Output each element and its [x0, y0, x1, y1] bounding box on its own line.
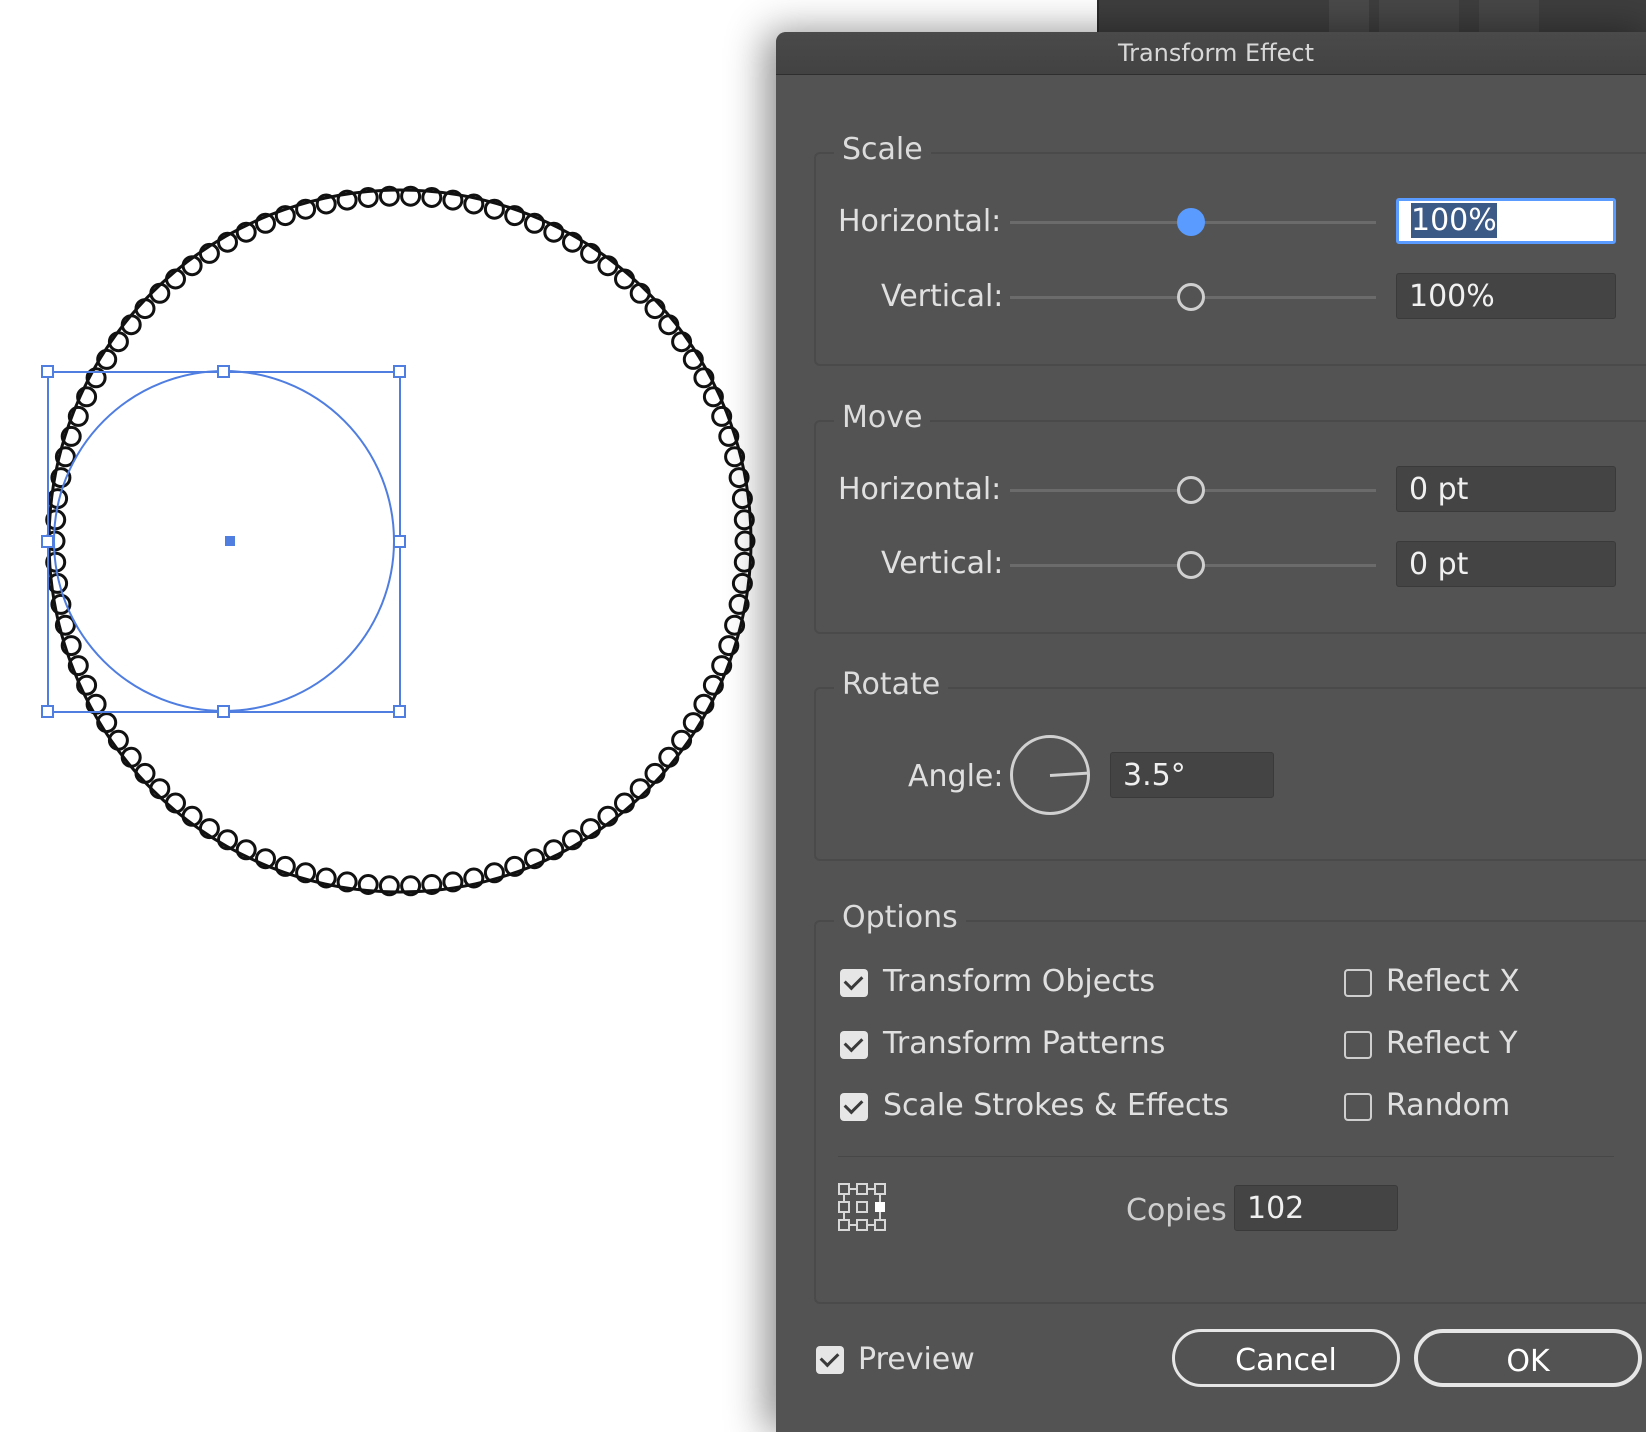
scale-vertical-input[interactable]: 100%: [1396, 273, 1616, 319]
reflect-y-label[interactable]: Reflect Y: [1386, 1026, 1517, 1061]
artwork[interactable]: [0, 0, 790, 1412]
scale-strokes-label[interactable]: Scale Strokes & Effects: [883, 1088, 1229, 1123]
angle-input[interactable]: 3.5°: [1110, 752, 1274, 798]
preview-checkbox[interactable]: [816, 1346, 844, 1374]
move-horizontal-slider-knob[interactable]: [1177, 476, 1205, 504]
move-vertical-input[interactable]: 0 pt: [1396, 541, 1616, 587]
reflect-x-checkbox[interactable]: [1344, 969, 1372, 997]
handle-bottom-right: [393, 705, 406, 718]
center-point: [225, 536, 235, 546]
scale-vertical-slider-knob[interactable]: [1177, 283, 1205, 311]
scale-horizontal-label: Horizontal:: [838, 204, 1002, 239]
scale-horizontal-slider-knob[interactable]: [1177, 208, 1205, 236]
transform-effect-dialog: Transform Effect Scale Horizontal: 100% …: [776, 32, 1646, 1432]
handle-middle-left: [41, 535, 54, 548]
angle-label: Angle:: [908, 759, 1004, 794]
scale-vertical-label: Vertical:: [881, 279, 1004, 314]
artboard-canvas[interactable]: [0, 0, 790, 1412]
background-app-toolbar: [1097, 0, 1646, 32]
selected-circle[interactable]: [53, 370, 395, 712]
scale-legend: Scale: [834, 132, 931, 167]
reflect-y-checkbox[interactable]: [1344, 1031, 1372, 1059]
handle-top-right: [393, 365, 406, 378]
move-horizontal-label: Horizontal:: [838, 472, 1002, 507]
reflect-x-label[interactable]: Reflect X: [1386, 964, 1520, 999]
scale-group: Scale: [814, 132, 1646, 366]
handle-bottom-left: [41, 705, 54, 718]
copies-label: Copies: [1126, 1193, 1227, 1228]
toolbar-segment: [1329, 0, 1369, 32]
transform-objects-label[interactable]: Transform Objects: [883, 964, 1155, 999]
toolbar-segment: [1479, 0, 1539, 32]
reference-point-grid-icon[interactable]: [837, 1182, 887, 1232]
move-vertical-slider-knob[interactable]: [1177, 551, 1205, 579]
random-label[interactable]: Random: [1386, 1088, 1510, 1123]
selection-bounding-box[interactable]: [41, 365, 406, 718]
angle-dial-icon[interactable]: [1010, 735, 1090, 815]
transform-objects-checkbox[interactable]: [840, 969, 868, 997]
preview-label[interactable]: Preview: [858, 1342, 975, 1377]
toolbar-segment: [1379, 0, 1459, 32]
move-group: Move: [814, 400, 1646, 634]
ok-button[interactable]: OK: [1414, 1329, 1642, 1387]
copies-input[interactable]: 102: [1234, 1185, 1398, 1231]
transform-patterns-checkbox[interactable]: [840, 1031, 868, 1059]
handle-top-left: [41, 365, 54, 378]
rotate-legend: Rotate: [834, 667, 949, 702]
move-legend: Move: [834, 400, 931, 435]
scale-strokes-checkbox[interactable]: [840, 1093, 868, 1121]
move-horizontal-input[interactable]: 0 pt: [1396, 466, 1616, 512]
handle-bottom-middle: [217, 705, 230, 718]
options-legend: Options: [834, 900, 966, 935]
transform-patterns-label[interactable]: Transform Patterns: [883, 1026, 1165, 1061]
options-divider: [838, 1156, 1614, 1157]
scale-horizontal-input[interactable]: 100%: [1396, 198, 1616, 244]
handle-middle-right: [393, 535, 406, 548]
cancel-button[interactable]: Cancel: [1172, 1329, 1400, 1387]
move-vertical-label: Vertical:: [881, 546, 1004, 581]
dialog-title[interactable]: Transform Effect: [776, 32, 1646, 75]
handle-top-middle: [217, 365, 230, 378]
random-checkbox[interactable]: [1344, 1093, 1372, 1121]
